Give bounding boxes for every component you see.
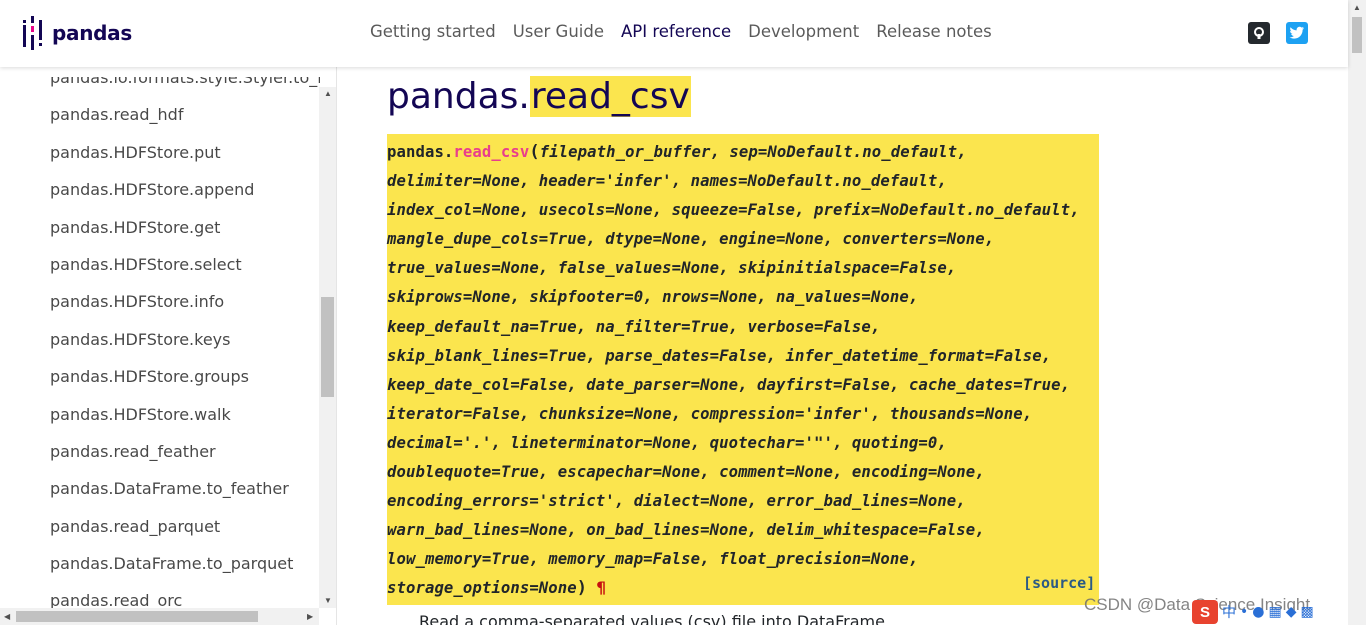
pandas-logo-icon <box>22 16 44 50</box>
signature-line: decimal='.', lineterminator=None, quotec… <box>387 433 947 452</box>
github-icon[interactable] <box>1248 22 1270 44</box>
signature-open-paren: ( <box>529 142 540 162</box>
nav-getting-started[interactable]: Getting started <box>370 22 496 41</box>
function-signature: pandas.read_csv(filepath_or_buffer, sep=… <box>387 134 1099 605</box>
sidebar-item[interactable]: pandas.read_parquet <box>50 514 320 551</box>
page-title: pandas.read_csv <box>387 71 691 123</box>
brand-link[interactable]: pandas <box>22 16 132 50</box>
grid-icon[interactable]: ▩ <box>1301 604 1314 620</box>
nav-user-guide[interactable]: User Guide <box>513 22 604 41</box>
brand-name: pandas <box>52 21 132 45</box>
nav-development[interactable]: Development <box>748 22 859 41</box>
signature-line: keep_date_col=False, date_parser=None, d… <box>387 375 1071 394</box>
ime-toolbar: S 中 • ● ▦ ◆ ▩ <box>1192 600 1314 624</box>
signature-line: iterator=False, chunksize=None, compress… <box>387 404 1033 423</box>
social-icons <box>1248 22 1308 44</box>
signature-close-paren: ) <box>576 578 588 599</box>
signature-line: pandas.read_csv(filepath_or_buffer, sep=… <box>387 138 1080 167</box>
title-function-name: read_csv <box>529 76 691 117</box>
sidebar-scrollbar-thumb[interactable] <box>321 297 334 397</box>
signature-line: low_memory=True, memory_map=False, float… <box>387 550 919 569</box>
signature-params: filepath_or_buffer, sep=NoDefault.no_def… <box>539 143 967 161</box>
sogou-logo-icon[interactable]: S <box>1192 600 1218 624</box>
sidebar-item[interactable]: pandas.read_hdf <box>50 102 320 139</box>
sidebar-item[interactable]: pandas.read_feather <box>50 439 320 476</box>
sidebar-item[interactable]: pandas.HDFStore.get <box>50 215 320 252</box>
sidebar-item[interactable]: pandas.io.formats.style.Styler.to_latex <box>50 77 320 102</box>
signature-line: doublequote=True, escapechar=None, comme… <box>387 463 985 482</box>
signature-line: mangle_dupe_cols=True, dtype=None, engin… <box>387 230 995 249</box>
nav-release-notes[interactable]: Release notes <box>876 22 991 41</box>
sidebar-item[interactable]: pandas.HDFStore.groups <box>50 364 320 401</box>
signature-line: delimiter=None, header='infer', names=No… <box>387 172 947 191</box>
sidebar-vertical-scrollbar[interactable]: ▲ ▼ <box>319 87 336 608</box>
scroll-left-icon[interactable]: ◀ <box>4 612 10 621</box>
page-scrollbar[interactable]: ▲ <box>1348 0 1366 625</box>
sidebar-nav: pandas.io.formats.style.Styler.to_latex … <box>0 67 337 625</box>
sidebar-item[interactable]: pandas.HDFStore.select <box>50 252 320 289</box>
signature-line: storage_options=None) ¶ <box>387 574 1080 603</box>
signature-lines: pandas.read_csv(filepath_or_buffer, sep=… <box>387 138 1080 604</box>
signature-params: storage_options=None <box>387 579 577 598</box>
signature-line: encoding_errors='strict', dialect=None, … <box>387 492 966 511</box>
skin-icon[interactable]: ◆ <box>1286 604 1297 620</box>
permalink-icon[interactable]: ¶ <box>597 579 607 597</box>
sidebar-item[interactable]: pandas.DataFrame.to_feather <box>50 476 320 513</box>
microphone-icon[interactable]: ● <box>1252 604 1264 620</box>
ime-language-label[interactable]: 中 <box>1222 602 1236 622</box>
title-module: pandas. <box>387 76 530 117</box>
sidebar-item[interactable]: pandas.DataFrame.to_parquet <box>50 551 320 588</box>
scroll-down-icon[interactable]: ▼ <box>324 596 332 605</box>
scroll-up-icon[interactable]: ▲ <box>324 89 332 98</box>
top-navbar: pandas Getting started User Guide API re… <box>0 0 1348 67</box>
keyboard-icon[interactable]: ▦ <box>1268 604 1281 620</box>
nav-api-reference[interactable]: API reference <box>621 22 731 41</box>
signature-line: skiprows=None, skipfooter=0, nrows=None,… <box>387 288 919 307</box>
source-link[interactable]: [source] <box>1023 574 1095 592</box>
signature-line: warn_bad_lines=None, on_bad_lines=None, … <box>387 521 985 540</box>
twitter-icon[interactable] <box>1286 22 1308 44</box>
scroll-up-icon[interactable]: ▲ <box>1353 3 1361 12</box>
sidebar-list: pandas.io.formats.style.Styler.to_latex … <box>50 77 320 625</box>
nav-links: Getting started User Guide API reference… <box>370 22 992 41</box>
sidebar-item[interactable]: pandas.HDFStore.info <box>50 289 320 326</box>
sidebar-item[interactable]: pandas.HDFStore.walk <box>50 402 320 439</box>
signature-line: keep_default_na=True, na_filter=True, ve… <box>387 317 881 336</box>
ime-punctuation-icon[interactable]: • <box>1240 604 1248 620</box>
sidebar-item[interactable]: pandas.HDFStore.keys <box>50 327 320 364</box>
signature-line: skip_blank_lines=True, parse_dates=False… <box>387 346 1052 365</box>
signature-function-name: read_csv <box>453 143 530 161</box>
sidebar-item[interactable]: pandas.HDFStore.append <box>50 177 320 214</box>
scroll-right-icon[interactable]: ▶ <box>307 612 313 621</box>
function-description: Read a comma-separated values (csv) file… <box>419 612 891 625</box>
signature-line: index_col=None, usecols=None, squeeze=Fa… <box>387 201 1080 220</box>
sidebar-hscrollbar-thumb[interactable] <box>16 611 258 622</box>
page-scrollbar-thumb[interactable] <box>1352 17 1362 53</box>
signature-line: true_values=None, false_values=None, ski… <box>387 259 957 278</box>
sidebar-horizontal-scrollbar[interactable]: ◀ ▶ <box>0 608 319 625</box>
signature-module: pandas. <box>387 143 454 161</box>
sidebar-item[interactable]: pandas.HDFStore.put <box>50 140 320 177</box>
main-content: pandas.read_csv pandas.read_csv(filepath… <box>337 67 1348 625</box>
